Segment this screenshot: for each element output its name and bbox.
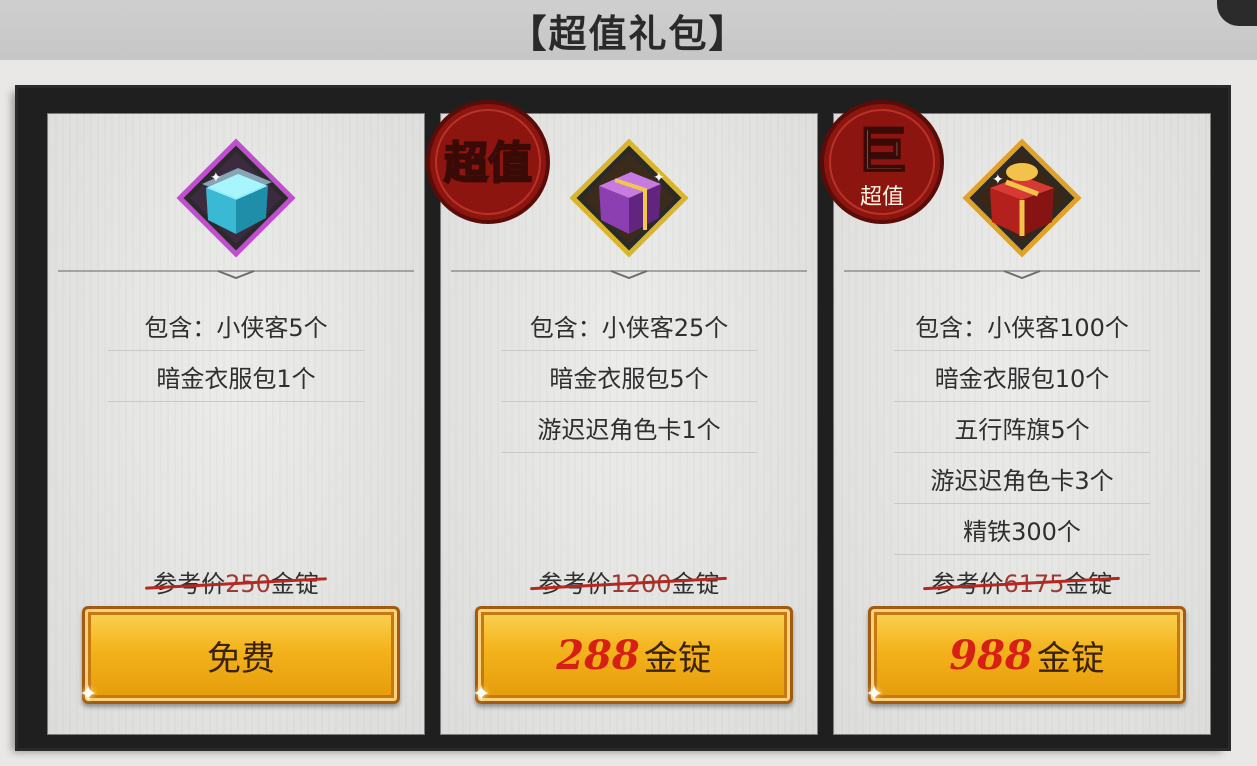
value-badge: 超值 xyxy=(424,98,552,226)
ref-price-unit: 金锭 xyxy=(1064,570,1113,598)
badge-text: 超值 xyxy=(444,138,532,189)
mega-value-badge: 巨 超值 xyxy=(818,98,946,226)
cyan-gift-box-icon: ✦ xyxy=(176,138,296,258)
buy-288-button[interactable]: 288 金锭 ✦ xyxy=(472,606,793,707)
claim-free-button[interactable]: 免费 ✦ xyxy=(79,606,400,707)
list-item: 游迟迟角色卡1个 xyxy=(501,402,757,453)
list-item: 暗金衣服包5个 xyxy=(501,351,757,402)
item-list: 包含：小侠客5个 暗金衣服包1个 xyxy=(108,300,364,402)
svg-text:✦: ✦ xyxy=(653,170,665,186)
ornament-divider xyxy=(58,264,414,280)
svg-text:✦: ✦ xyxy=(992,172,1004,188)
purple-gift-box-icon: ✦ xyxy=(569,138,689,258)
button-price: 288 xyxy=(556,631,640,679)
list-item: 精铁300个 xyxy=(894,504,1150,555)
page-title: 【超值礼包】 xyxy=(508,11,749,56)
item-list: 包含：小侠客100个 暗金衣服包10个 五行阵旗5个 游迟迟角色卡3个 精铁30… xyxy=(894,300,1150,555)
reference-price: 参考价6175金锭 xyxy=(834,564,1210,599)
ornament-divider xyxy=(451,264,807,280)
sparkle-icon: ✦ xyxy=(472,682,491,707)
title-bar: 【超值礼包】 xyxy=(0,0,1257,60)
list-item: 暗金衣服包10个 xyxy=(894,351,1150,402)
badge-big-text: 巨 xyxy=(857,121,907,180)
list-item: 包含：小侠客5个 xyxy=(108,300,364,351)
reference-price: 参考价1200金锭 xyxy=(441,564,817,599)
red-gift-box-icon: ✦ xyxy=(962,138,1082,258)
button-label: 免费 xyxy=(207,638,275,679)
button-unit: 金锭 xyxy=(643,638,712,679)
list-item: 包含：小侠客100个 xyxy=(894,300,1150,351)
ornament-divider xyxy=(844,264,1200,280)
reference-price: 参考价250金锭 xyxy=(48,564,424,599)
button-price: 988 xyxy=(949,631,1033,679)
button-unit: 金锭 xyxy=(1036,638,1105,679)
ref-price-unit: 金锭 xyxy=(270,570,319,598)
buy-988-button[interactable]: 988 金锭 ✦ xyxy=(865,606,1186,707)
list-item: 包含：小侠客25个 xyxy=(501,300,757,351)
svg-text:✦: ✦ xyxy=(210,170,222,186)
list-item: 暗金衣服包1个 xyxy=(108,351,364,402)
list-item: 游迟迟角色卡3个 xyxy=(894,453,1150,504)
ref-price-unit: 金锭 xyxy=(671,570,720,598)
badge-small-text: 超值 xyxy=(860,185,904,210)
list-item: 五行阵旗5个 xyxy=(894,402,1150,453)
pack-card-free: ✦ 包含：小侠客5个 暗金衣服包1个 参考价250金锭 免费 ✦ xyxy=(47,113,425,735)
sparkle-icon: ✦ xyxy=(865,682,884,707)
item-list: 包含：小侠客25个 暗金衣服包5个 游迟迟角色卡1个 xyxy=(501,300,757,453)
sparkle-icon: ✦ xyxy=(79,682,98,707)
